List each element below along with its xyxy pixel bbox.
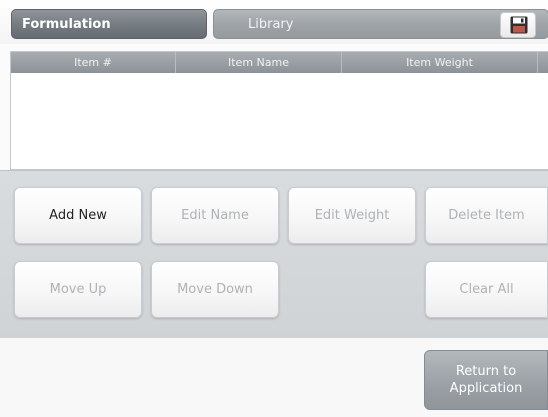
add-new-button[interactable]: Add New bbox=[14, 187, 142, 244]
top-bar: Formulation Library bbox=[0, 0, 548, 44]
clear-all-button[interactable]: Clear All bbox=[425, 261, 548, 318]
move-down-button[interactable]: Move Down bbox=[151, 261, 279, 318]
tab-library[interactable]: Library bbox=[213, 9, 548, 39]
save-button[interactable] bbox=[500, 12, 536, 38]
edit-name-button[interactable]: Edit Name bbox=[151, 187, 279, 244]
bottom-bar: Return to Application bbox=[0, 338, 548, 417]
tab-formulation[interactable]: Formulation bbox=[11, 9, 207, 39]
item-table: Item # Item Name Item Weight bbox=[10, 51, 548, 170]
column-header-item-weight: Item Weight bbox=[342, 52, 538, 73]
column-header-item-number: Item # bbox=[11, 52, 176, 73]
delete-item-button[interactable]: Delete Item bbox=[425, 187, 548, 244]
floppy-disk-icon bbox=[510, 16, 528, 34]
button-panel: Add New Edit Name Edit Weight Delete Ite… bbox=[0, 170, 548, 339]
edit-weight-button[interactable]: Edit Weight bbox=[288, 187, 416, 244]
move-up-button[interactable]: Move Up bbox=[14, 261, 142, 318]
column-header-item-name: Item Name bbox=[176, 52, 342, 73]
return-to-application-button[interactable]: Return to Application bbox=[424, 350, 548, 410]
table-header: Item # Item Name Item Weight bbox=[11, 52, 548, 73]
